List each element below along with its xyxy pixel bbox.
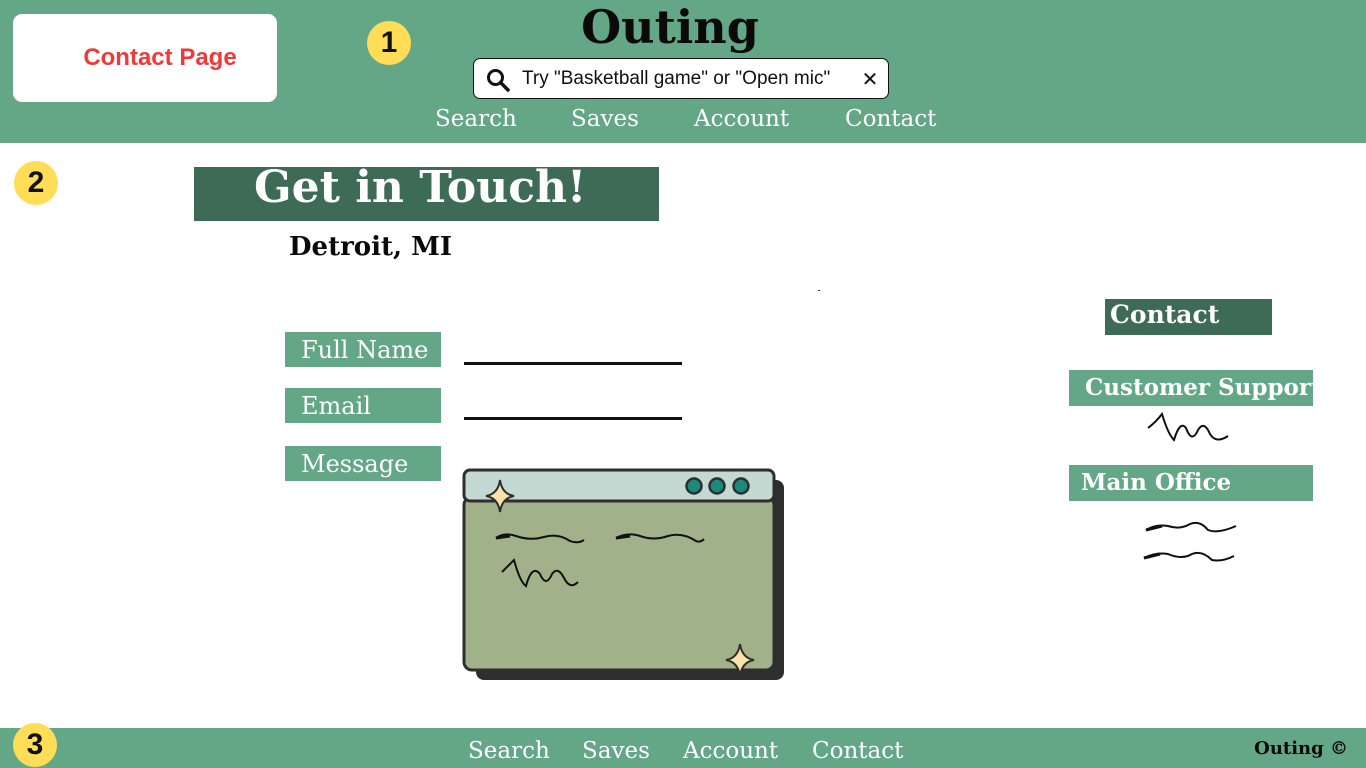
search-input[interactable] [522,65,852,93]
footer-nav-account[interactable]: Account [683,738,778,764]
nav-search[interactable]: Search [435,106,517,132]
customer-support-label: Customer Support [1069,370,1322,406]
nav-saves[interactable]: Saves [571,106,639,132]
main-office-label: Main Office [1069,465,1313,501]
title-banner: Get in Touch! [194,162,659,221]
footer-nav-contact[interactable]: Contact [812,738,903,764]
copyright-text: Outing © [1254,738,1348,759]
full-name-label: Full Name [285,332,441,367]
search-bar: ✕ [473,58,889,99]
nav-contact[interactable]: Contact [845,106,936,132]
email-label: Email [285,388,441,423]
email-field[interactable] [464,417,682,420]
message-box[interactable] [460,466,788,686]
close-icon[interactable]: ✕ [860,67,880,91]
main-office-scribble [1143,521,1237,562]
page-label-card: Contact Page [13,14,277,102]
customer-support-scribble [1147,411,1229,442]
footer: Search Saves Account Contact Outing © [0,728,1366,768]
brand-title: Outing [581,0,759,54]
step-badge-2: 2 [14,161,58,205]
header-nav: Search Saves Account Contact [0,106,1366,140]
page-label: Contact Page [83,44,237,71]
location-text: Detroit, MI [289,232,453,262]
search-icon[interactable] [486,68,510,92]
header: Contact Page 1 Outing ✕ Search Saves Acc… [0,0,1366,143]
footer-nav-saves[interactable]: Saves [582,738,650,764]
contact-heading: Contact [1105,299,1272,335]
footer-nav-search[interactable]: Search [468,738,550,764]
step-badge-3: 3 [13,723,57,767]
step-badge-1: 1 [367,21,411,65]
stray-dot [818,290,820,291]
full-name-field[interactable] [464,362,682,365]
page-title: Get in Touch! [254,162,587,213]
message-label: Message [285,446,441,481]
nav-account[interactable]: Account [694,106,789,132]
